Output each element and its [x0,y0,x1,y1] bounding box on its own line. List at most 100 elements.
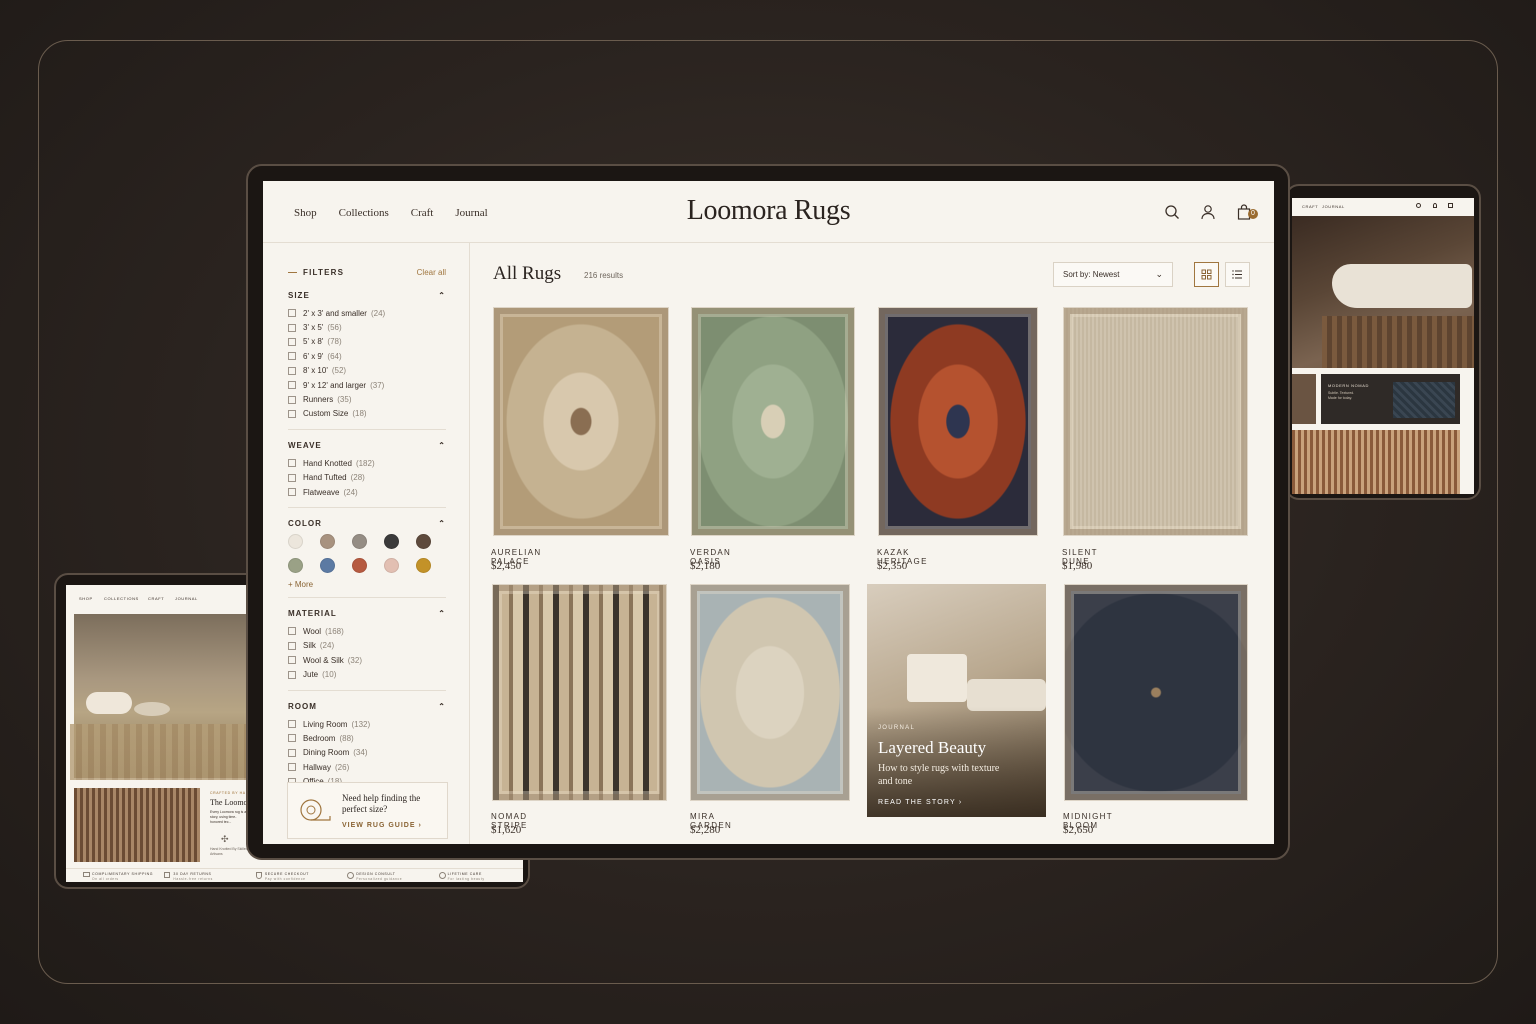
color-swatch[interactable] [320,534,335,550]
room-option[interactable]: Hallway (26) [288,760,446,774]
list-view-button[interactable] [1225,262,1250,287]
rug-guide-link[interactable]: VIEW RUG GUIDE › [342,822,422,829]
chevron-up-icon: ⌃ [438,519,446,529]
clear-all-link[interactable]: Clear all [417,268,446,277]
chevron-up-icon: ⌃ [438,441,446,451]
left-nav-collections[interactable]: COLLECTIONS [104,596,139,601]
color-swatch[interactable] [352,558,367,574]
color-swatch[interactable] [320,558,335,574]
size-option[interactable]: 5' x 8' (78) [288,335,446,349]
option-label: Flatweave [303,487,340,497]
journal-promo-card[interactable]: JOURNAL Layered Beauty How to style rugs… [867,584,1046,817]
product-image[interactable] [878,307,1038,536]
size-option[interactable]: Custom Size (18) [288,407,446,421]
size-option[interactable]: 6' x 9' (64) [288,349,446,363]
option-label: Hand Tufted [303,473,347,483]
material-option[interactable]: Jute (10) [288,667,446,681]
left-nav-journal[interactable]: JOURNAL [175,596,198,601]
weave-option[interactable]: Flatweave (24) [288,485,446,499]
checkbox[interactable] [288,366,296,375]
option-label: 6' x 9' [303,351,324,361]
search-icon[interactable] [1164,204,1180,220]
product-image[interactable] [1064,584,1248,801]
sort-select[interactable]: Sort by: Newest ⌄ [1053,262,1173,287]
checkbox[interactable] [288,309,296,318]
option-count: (28) [350,473,365,483]
product-image[interactable] [1063,307,1248,536]
color-header[interactable]: COLOR ⌃ [288,519,446,528]
checkbox[interactable] [288,395,296,404]
size-option[interactable]: 3' x 5' (56) [288,320,446,334]
checkbox[interactable] [288,473,296,482]
material-header[interactable]: MATERIAL ⌃ [288,609,446,618]
checkbox[interactable] [288,748,296,757]
size-header[interactable]: SIZE ⌃ [288,291,446,300]
checkbox[interactable] [288,656,296,665]
left-nav-craft[interactable]: CRAFT [148,596,164,601]
chevron-down-icon: ⌄ [1155,269,1163,279]
color-swatch[interactable] [416,558,431,574]
color-swatch[interactable] [352,534,367,550]
option-label: Hallway [303,762,332,772]
right-search-icon[interactable] [1416,203,1421,208]
material-option[interactable]: Wool (168) [288,624,446,638]
checkbox[interactable] [288,488,296,497]
shield-icon [255,872,262,879]
checkbox[interactable] [288,734,296,743]
checkbox[interactable] [288,763,296,772]
feature-consult: DESIGN CONSULT Personalized guidance [340,869,431,882]
right-nav-craft[interactable]: CRAFT [1302,204,1318,209]
checkbox[interactable] [288,641,296,650]
color-swatch[interactable] [384,558,399,574]
checkbox[interactable] [288,381,296,390]
color-swatch[interactable] [288,558,303,574]
material-option[interactable]: Wool & Silk (32) [288,653,446,667]
checkbox[interactable] [288,352,296,361]
left-nav-shop[interactable]: SHOP [79,596,93,601]
size-option[interactable]: 8' x 10' (52) [288,364,446,378]
checkbox[interactable] [288,459,296,468]
product-image[interactable] [493,307,669,536]
color-swatch[interactable] [288,534,303,550]
size-option[interactable]: 2' x 3' and smaller (24) [288,306,446,320]
product-listing: All Rugs 216 results Sort by: Newest ⌄ AU… [471,243,1274,844]
checkbox[interactable] [288,337,296,346]
right-nav-journal[interactable]: JOURNAL [1322,204,1345,209]
room-option[interactable]: Living Room (132) [288,717,446,731]
read-story-link[interactable]: READ THE STORY › [878,799,962,806]
cart-button[interactable]: 0 [1236,204,1258,220]
material-option[interactable]: Silk (24) [288,639,446,653]
weave-header[interactable]: WEAVE ⌃ [288,441,446,450]
size-option[interactable]: 9' x 12' and larger (37) [288,378,446,392]
checkbox[interactable] [288,670,296,679]
more-colors-link[interactable]: + More [288,580,446,589]
weave-option[interactable]: Hand Tufted (28) [288,471,446,485]
checkbox[interactable] [288,627,296,636]
option-label: Wool [303,626,322,636]
room-header[interactable]: ROOM ⌃ [288,702,446,711]
checkbox[interactable] [288,720,296,729]
results-count: 216 results [584,271,624,280]
product-image[interactable] [492,584,667,801]
product-image[interactable] [691,307,855,536]
checkbox[interactable] [288,323,296,332]
option-count: (24) [343,487,358,497]
product-price: $1,980 [1062,560,1093,572]
right-bag-icon[interactable] [1448,203,1453,208]
checkbox[interactable] [288,409,296,418]
left-story-text: Every Loomora rug is a story, using time… [210,810,247,824]
room-option[interactable]: Dining Room (34) [288,746,446,760]
weave-option[interactable]: Hand Knotted (182) [288,456,446,470]
rug-guide-card[interactable]: Need help finding the perfect size? VIEW… [287,782,448,839]
brand-logo[interactable]: Loomora Rugs [263,195,1274,227]
right-user-icon[interactable] [1433,203,1437,208]
user-icon[interactable] [1200,204,1216,220]
grid-view-button[interactable] [1194,262,1219,287]
product-image[interactable] [690,584,850,801]
color-swatch[interactable] [384,534,399,550]
right-loom-photo [1292,430,1460,494]
sofa-room-photo [1292,216,1474,368]
room-option[interactable]: Bedroom (88) [288,731,446,745]
size-option[interactable]: Runners (35) [288,392,446,406]
color-swatch[interactable] [416,534,431,550]
